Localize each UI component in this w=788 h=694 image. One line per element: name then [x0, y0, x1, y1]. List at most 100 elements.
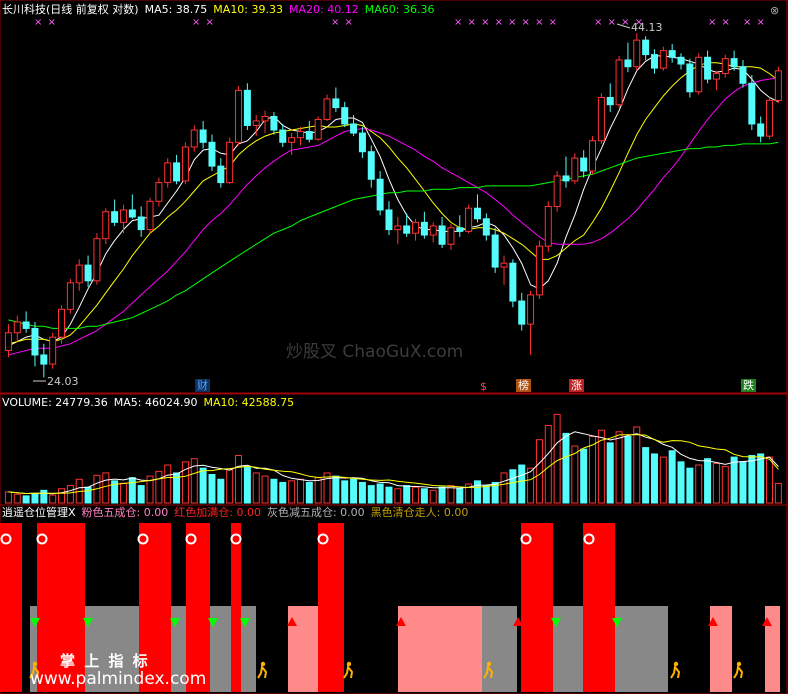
- event-dollar-marker[interactable]: $: [478, 380, 489, 393]
- candle: [500, 255, 508, 285]
- volume-bar: [712, 462, 720, 504]
- event-earnings-marker[interactable]: 财: [195, 379, 210, 392]
- candle-body: [650, 54, 658, 69]
- full-position-block: [231, 523, 241, 692]
- volume-bar: [128, 477, 136, 504]
- stock-title: 长川科技(日线 前复权 对数): [2, 3, 139, 16]
- candle: [429, 222, 437, 243]
- volume-bar: [500, 472, 508, 504]
- candle-body: [721, 58, 729, 75]
- candle: [332, 87, 340, 113]
- candle-body: [84, 264, 92, 282]
- volume-bar: [650, 453, 658, 504]
- candle: [102, 208, 110, 245]
- candle: [111, 199, 119, 226]
- full-position-block: [0, 523, 22, 692]
- full-position-block: [186, 523, 210, 692]
- candle-body: [686, 63, 694, 93]
- volume-bar: [429, 489, 437, 504]
- volume-bar: [270, 478, 278, 504]
- volume-bar: [22, 495, 30, 504]
- candle-body: [243, 89, 251, 126]
- candlestick-series: [4, 33, 782, 378]
- candle: [305, 120, 313, 143]
- candle: [314, 116, 322, 141]
- candle: [217, 158, 225, 188]
- legend-black: 黑色清仓走人: 0.00: [370, 506, 469, 519]
- add-position-icon: [185, 533, 197, 545]
- candle: [535, 240, 543, 299]
- candle-body: [22, 321, 30, 329]
- volume-bar: [730, 456, 738, 504]
- candle: [668, 44, 676, 63]
- candle-body: [376, 178, 384, 211]
- candle: [633, 33, 641, 71]
- volume-bar: [686, 467, 694, 504]
- volume-bar: [589, 436, 597, 504]
- running-man-icon: [733, 661, 744, 679]
- candle-body: [394, 225, 402, 231]
- collapse-arrow-icon[interactable]: ⊗: [770, 4, 779, 17]
- watermark: 炒股叉 ChaoGuX.com: [286, 342, 464, 362]
- volume-bar: [606, 442, 614, 504]
- candle-body: [774, 70, 782, 101]
- candle: [730, 50, 738, 71]
- candle: [482, 213, 490, 241]
- candle-body: [199, 129, 207, 143]
- legend-vol-ma10: MA10: 42588.75: [203, 396, 295, 409]
- legend-vol-ma5: MA5: 46024.90: [113, 396, 198, 409]
- candle: [252, 114, 260, 137]
- volume-bar: [358, 481, 366, 504]
- candle-body: [624, 59, 632, 68]
- candle-body: [358, 132, 366, 153]
- candle: [323, 94, 331, 121]
- indicator-name: 逍遥仓位管理X: [2, 506, 76, 519]
- candle-body: [712, 73, 720, 80]
- candle-body: [31, 327, 39, 356]
- volume-bar: [438, 486, 446, 504]
- candle: [84, 255, 92, 287]
- add-position-icon: [137, 533, 149, 545]
- price-legend: 长川科技(日线 前复权 对数) MA5: 38.75 MA10: 39.33 MA20…: [2, 3, 440, 17]
- candle: [465, 204, 473, 234]
- event-rise-marker[interactable]: 涨: [569, 379, 584, 392]
- volume-bar: [137, 485, 145, 504]
- top-mark: × ×: [708, 17, 731, 28]
- volume-bar: [766, 456, 774, 504]
- volume-bar: [367, 485, 375, 504]
- candle: [119, 204, 127, 234]
- footer-url[interactable]: www.palmindex.com: [30, 669, 206, 689]
- top-mark: × × × ×: [454, 17, 505, 28]
- volume-bar: [350, 478, 358, 504]
- candle: [270, 112, 278, 135]
- candle: [624, 42, 632, 73]
- candle: [235, 86, 243, 146]
- running-man-body: [670, 664, 681, 679]
- candle: [650, 49, 658, 74]
- top-mark: × ×: [34, 17, 57, 28]
- candle-body: [111, 211, 119, 223]
- plus-circle-icon-core: [2, 535, 10, 543]
- plus-circle-icon-core: [187, 535, 195, 543]
- running-man-body: [733, 664, 744, 679]
- volume-bar: [314, 477, 322, 504]
- volume-bar: [668, 450, 676, 504]
- event-list-marker[interactable]: 榜: [516, 379, 531, 392]
- candle-body: [288, 137, 296, 143]
- volume-bar: [704, 458, 712, 504]
- candle-body: [571, 157, 579, 182]
- low-annotation: 24.03: [33, 375, 79, 388]
- candle: [128, 194, 136, 219]
- candle: [766, 97, 774, 140]
- event-fall-marker[interactable]: 跌: [741, 379, 756, 392]
- candle: [13, 315, 21, 342]
- candle-body: [553, 175, 561, 207]
- candle-body: [332, 98, 340, 109]
- volume-bar: [199, 467, 207, 504]
- candle-body: [420, 221, 428, 236]
- volume-bar: [562, 432, 570, 504]
- candle-body: [49, 336, 57, 365]
- candle-body: [164, 162, 172, 184]
- candle: [420, 211, 428, 239]
- volume-bar: [279, 481, 287, 504]
